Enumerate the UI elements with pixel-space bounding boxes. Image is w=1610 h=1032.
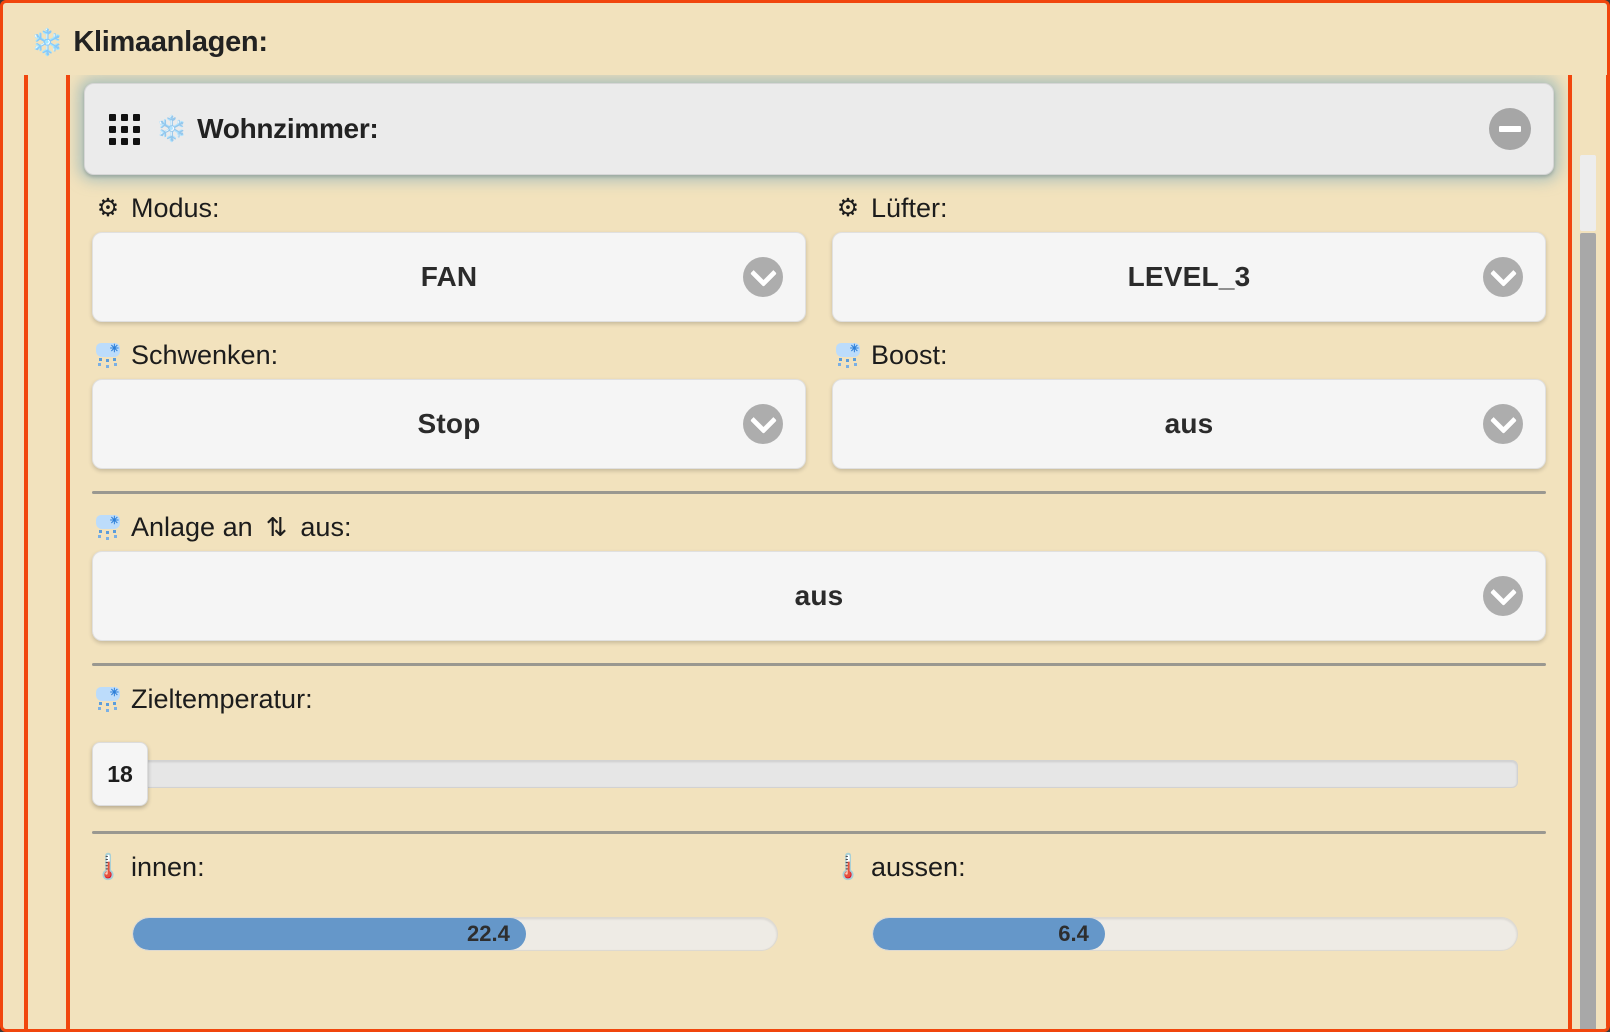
scrollbar-thumb[interactable] xyxy=(1580,233,1596,1029)
zieltemperatur-label: Zieltemperatur: xyxy=(131,684,313,714)
left-rail xyxy=(66,75,70,1029)
innen-label-row: 🌡️ innen: xyxy=(92,834,806,891)
scroll-area: ❄️ Wohnzimmer: ⚙ Modus: FAN ⚙ Lüfter: LE… xyxy=(6,75,1607,1029)
innen-progress-fill: 22.4 xyxy=(133,918,526,950)
modus-label-row: ⚙ Modus: xyxy=(92,175,806,232)
readout-aussen: 🌡️ aussen: 6.4 xyxy=(832,834,1546,951)
snowflake-icon: ❄️ xyxy=(31,27,64,57)
power-label-on: Anlage an xyxy=(131,512,253,542)
aussen-label: aussen: xyxy=(871,852,966,882)
schwenken-label: Schwenken: xyxy=(131,340,279,370)
row-modus-luefter: ⚙ Modus: FAN ⚙ Lüfter: LEVEL_3 xyxy=(70,175,1568,322)
luefter-label-row: ⚙ Lüfter: xyxy=(832,175,1546,232)
panel-header[interactable]: ❄️ Wohnzimmer: xyxy=(84,83,1554,175)
luefter-label: Lüfter: xyxy=(871,193,948,223)
field-power: ✳ Anlage an ⇅ aus: aus xyxy=(70,494,1568,641)
field-zieltemperatur: ✳ Zieltemperatur: 18 xyxy=(70,666,1568,809)
boost-label-row: ✳ Boost: xyxy=(832,322,1546,379)
aussen-progress-bar: 6.4 xyxy=(872,917,1518,951)
power-dropdown[interactable]: aus xyxy=(92,551,1546,641)
collapse-minus-button[interactable] xyxy=(1489,108,1531,150)
boost-value: aus xyxy=(1164,408,1214,439)
air-conditioner-icon: ✳ xyxy=(94,342,122,370)
innen-progress-bar: 22.4 xyxy=(132,917,778,951)
innen-value: 22.4 xyxy=(467,921,510,946)
thermometer-icon: 🌡️ xyxy=(832,853,864,881)
chevron-down-icon[interactable] xyxy=(743,257,783,297)
power-label-row: ✳ Anlage an ⇅ aus: xyxy=(92,494,1546,551)
air-conditioner-icon: ✳ xyxy=(94,514,122,542)
device-panel-wohnzimmer: ❄️ Wohnzimmer: ⚙ Modus: FAN ⚙ Lüfter: LE… xyxy=(70,83,1568,951)
snowflake-icon: ❄️ xyxy=(156,114,188,143)
zieltemperatur-label-row: ✳ Zieltemperatur: xyxy=(92,666,1546,723)
modus-value: FAN xyxy=(420,261,478,292)
aussen-progress-fill: 6.4 xyxy=(873,918,1105,950)
schwenken-label-row: ✳ Schwenken: xyxy=(92,322,806,379)
scrollbar-track[interactable] xyxy=(1580,155,1596,231)
boost-label: Boost: xyxy=(871,340,948,370)
innen-label: innen: xyxy=(131,852,205,882)
luefter-dropdown[interactable]: LEVEL_3 xyxy=(832,232,1546,322)
right-outer-rail xyxy=(1606,75,1607,1029)
modus-label: Modus: xyxy=(131,193,220,223)
gear-icon: ⚙ xyxy=(836,194,860,222)
schwenken-dropdown[interactable]: Stop xyxy=(92,379,806,469)
schwenken-value: Stop xyxy=(417,408,481,439)
slider-track[interactable] xyxy=(120,760,1518,788)
scroll-body: ❄️ Wohnzimmer: ⚙ Modus: FAN ⚙ Lüfter: LE… xyxy=(24,75,1607,1029)
chevron-down-icon[interactable] xyxy=(1483,404,1523,444)
field-boost: ✳ Boost: aus xyxy=(832,322,1546,469)
drag-handle-icon[interactable] xyxy=(109,113,140,145)
modus-dropdown[interactable]: FAN xyxy=(92,232,806,322)
right-inner-rail xyxy=(1568,75,1572,1029)
app-root: ❄️ Klimaanlagen: ❄️ Wohnzimmer: ⚙ Modus:… xyxy=(0,0,1610,1032)
slider-handle[interactable]: 18 xyxy=(92,742,148,806)
panel-body: ⚙ Modus: FAN ⚙ Lüfter: LEVEL_3 ✳ Schwenk… xyxy=(70,175,1568,951)
thermometer-icon: 🌡️ xyxy=(92,853,124,881)
power-label-off: aus: xyxy=(300,512,352,542)
field-luefter: ⚙ Lüfter: LEVEL_3 xyxy=(832,175,1546,322)
luefter-value: LEVEL_3 xyxy=(1127,261,1251,292)
aussen-bar-block: 6.4 xyxy=(832,917,1546,951)
panel-title: Wohnzimmer: xyxy=(197,113,379,144)
row-readouts: 🌡️ innen: 22.4 🌡️ aussen: 6.4 xyxy=(70,834,1568,951)
up-down-arrow-icon: ⇅ xyxy=(265,512,288,542)
field-modus: ⚙ Modus: FAN xyxy=(92,175,806,322)
air-conditioner-icon: ✳ xyxy=(834,342,862,370)
chevron-down-icon[interactable] xyxy=(1483,257,1523,297)
chevron-down-icon[interactable] xyxy=(743,404,783,444)
device-list: ❄️ Wohnzimmer: ⚙ Modus: FAN ⚙ Lüfter: LE… xyxy=(70,75,1568,951)
row-schwenken-boost: ✳ Schwenken: Stop ✳ Boost: aus xyxy=(70,322,1568,469)
section-header: ❄️ Klimaanlagen: xyxy=(3,3,1607,75)
zieltemperatur-slider[interactable]: 18 xyxy=(92,739,1546,809)
aussen-value: 6.4 xyxy=(1058,921,1089,946)
gear-icon: ⚙ xyxy=(96,194,120,222)
innen-bar-block: 22.4 xyxy=(92,917,806,951)
vertical-scrollbar[interactable] xyxy=(1580,155,1596,1029)
aussen-label-row: 🌡️ aussen: xyxy=(832,834,1546,891)
boost-dropdown[interactable]: aus xyxy=(832,379,1546,469)
chevron-down-icon[interactable] xyxy=(1483,576,1523,616)
air-conditioner-icon: ✳ xyxy=(94,686,122,714)
readout-innen: 🌡️ innen: 22.4 xyxy=(92,834,806,951)
power-value: aus xyxy=(794,580,844,611)
page-title: Klimaanlagen: xyxy=(73,25,268,58)
field-schwenken: ✳ Schwenken: Stop xyxy=(92,322,806,469)
